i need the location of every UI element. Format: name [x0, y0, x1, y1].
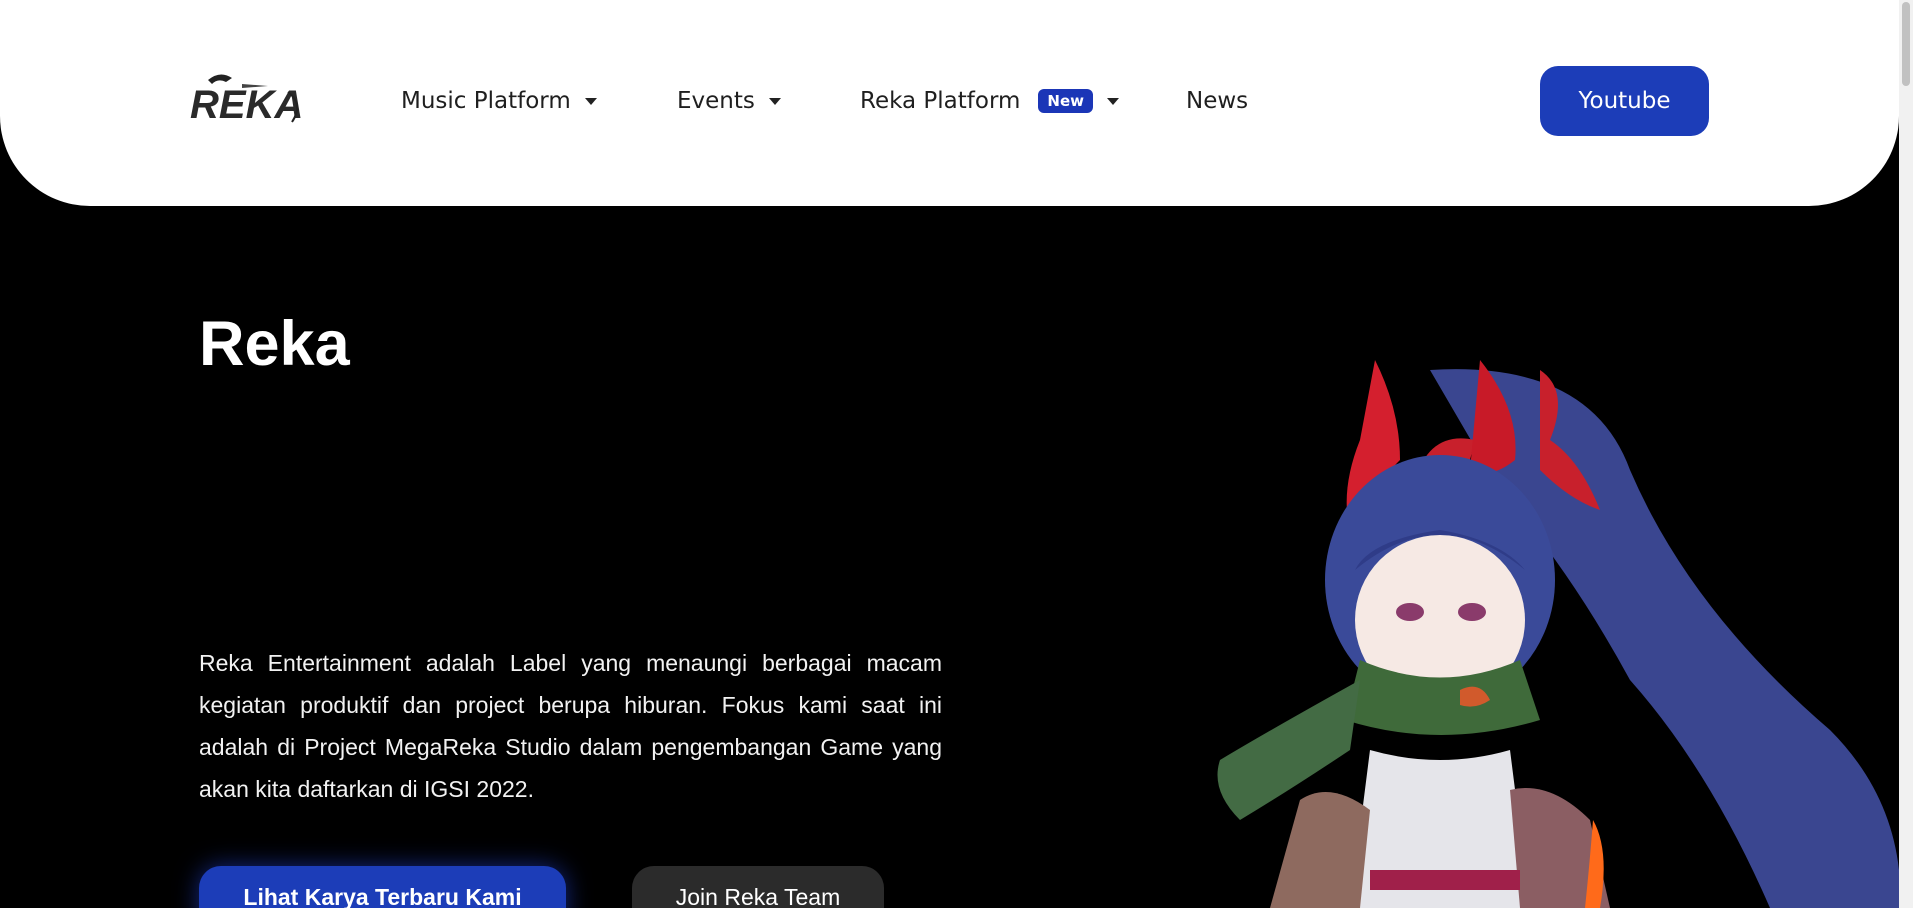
view-latest-works-button[interactable]: Lihat Karya Terbaru Kami — [199, 866, 566, 908]
nav-reka-platform-label: Reka Platform — [860, 88, 1021, 114]
nav-music-platform[interactable]: Music Platform — [401, 84, 597, 118]
nav-news-label: News — [1186, 88, 1249, 114]
nav-music-platform-label: Music Platform — [401, 88, 571, 114]
chevron-down-icon — [1107, 97, 1120, 105]
nav-events[interactable]: Events — [677, 84, 781, 118]
hero-character-illustration — [1070, 350, 1899, 908]
nav-events-label: Events — [677, 88, 755, 114]
scrollbar-thumb[interactable] — [1902, 2, 1910, 86]
youtube-button[interactable]: Youtube — [1540, 66, 1709, 136]
top-navbar: REKA Music Platform Events Reka Platform… — [0, 0, 1899, 206]
page-scrollbar[interactable] — [1899, 0, 1913, 908]
join-team-button[interactable]: Join Reka Team — [632, 866, 884, 908]
new-badge: New — [1038, 89, 1094, 113]
chevron-down-icon — [584, 97, 597, 105]
hero-title: Reka — [199, 309, 350, 379]
hero-description: Reka Entertainment adalah Label yang men… — [199, 650, 942, 802]
chevron-down-icon — [768, 97, 781, 105]
svg-text:REKA: REKA — [190, 83, 303, 127]
nav-reka-platform[interactable]: Reka Platform New — [860, 84, 1120, 118]
nav-news[interactable]: News — [1186, 84, 1248, 118]
reka-logo[interactable]: REKA — [188, 70, 306, 128]
